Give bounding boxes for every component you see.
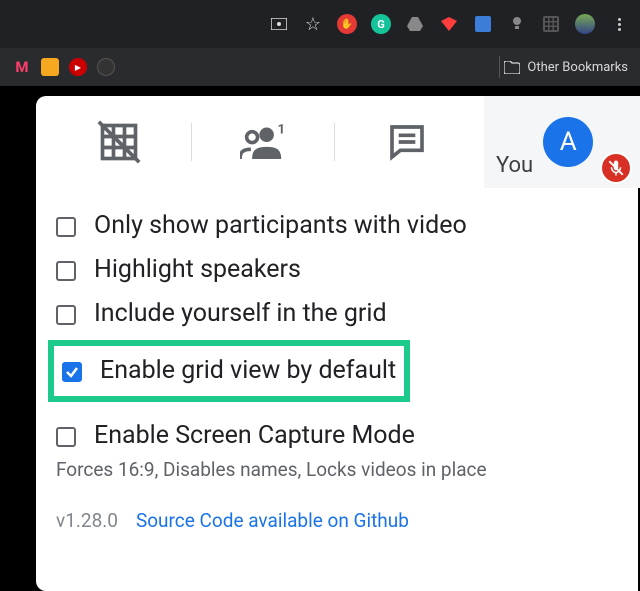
checkbox[interactable]	[56, 427, 76, 447]
option-label: Only show participants with video	[94, 205, 467, 247]
checkbox[interactable]	[62, 362, 82, 382]
option-label: Enable grid view by default	[100, 347, 396, 395]
extension-grammarly-icon[interactable]: G	[370, 13, 392, 35]
extension-popup-panel: 1 You A	[36, 96, 638, 591]
bookmark-youtube-icon[interactable]: ▶	[68, 57, 88, 77]
extension-bulb-icon[interactable]	[506, 13, 528, 35]
other-bookmarks-folder[interactable]: Other Bookmarks	[504, 60, 628, 75]
cast-icon[interactable]	[268, 13, 290, 35]
extension-superman-icon[interactable]	[438, 13, 460, 35]
option-only-video[interactable]: Only show participants with video	[56, 204, 618, 248]
muted-mic-icon[interactable]	[600, 152, 632, 184]
star-icon[interactable]: ☆	[302, 13, 324, 35]
folder-icon	[504, 61, 520, 74]
browser-menu-icon[interactable]	[608, 13, 630, 35]
screen-capture-description: Forces 16:9, Disables names, Locks video…	[56, 458, 618, 481]
tabs-row: 1 You A	[36, 96, 638, 188]
extension-grid-icon[interactable]	[540, 13, 562, 35]
highlighted-option-box: Enable grid view by default	[48, 340, 410, 402]
tab-divider	[191, 123, 192, 161]
other-bookmarks-label: Other Bookmarks	[527, 60, 628, 75]
extension-red-icon[interactable]: ✋	[336, 13, 358, 35]
option-label: Enable Screen Capture Mode	[94, 415, 415, 457]
bookmark-orange-icon[interactable]	[40, 57, 60, 77]
bookmark-m-icon[interactable]: M	[12, 57, 32, 77]
browser-omnibox: ☆ ✋ G	[0, 0, 640, 48]
bookmark-dark-icon[interactable]	[96, 57, 116, 77]
option-enable-default[interactable]: Enable grid view by default	[62, 346, 396, 396]
chat-icon[interactable]	[339, 122, 474, 162]
checkbox[interactable]	[56, 261, 76, 281]
grid-off-icon[interactable]	[52, 120, 187, 164]
option-label: Highlight speakers	[94, 249, 301, 291]
checkbox[interactable]	[56, 305, 76, 325]
version-label: v1.28.0	[56, 509, 118, 532]
participants-icon[interactable]: 1	[196, 124, 331, 160]
self-video-chip[interactable]: You A	[484, 96, 640, 188]
bookmarks-divider	[499, 56, 500, 78]
option-screen-capture[interactable]: Enable Screen Capture Mode	[56, 414, 618, 458]
extension-bluebook-icon[interactable]	[472, 13, 494, 35]
avatar: A	[543, 117, 593, 167]
source-code-link[interactable]: Source Code available on Github	[136, 509, 409, 532]
you-label: You	[496, 153, 533, 178]
bookmarks-bar: M ▶ Other Bookmarks	[0, 48, 640, 86]
svg-text:1: 1	[278, 124, 286, 138]
tab-divider	[334, 123, 335, 161]
profile-avatar-icon[interactable]	[574, 13, 596, 35]
option-include-self[interactable]: Include yourself in the grid	[56, 292, 618, 336]
option-label: Include yourself in the grid	[94, 293, 387, 335]
checkbox[interactable]	[56, 217, 76, 237]
extension-drive-icon[interactable]	[404, 13, 426, 35]
option-highlight-speakers[interactable]: Highlight speakers	[56, 248, 618, 292]
